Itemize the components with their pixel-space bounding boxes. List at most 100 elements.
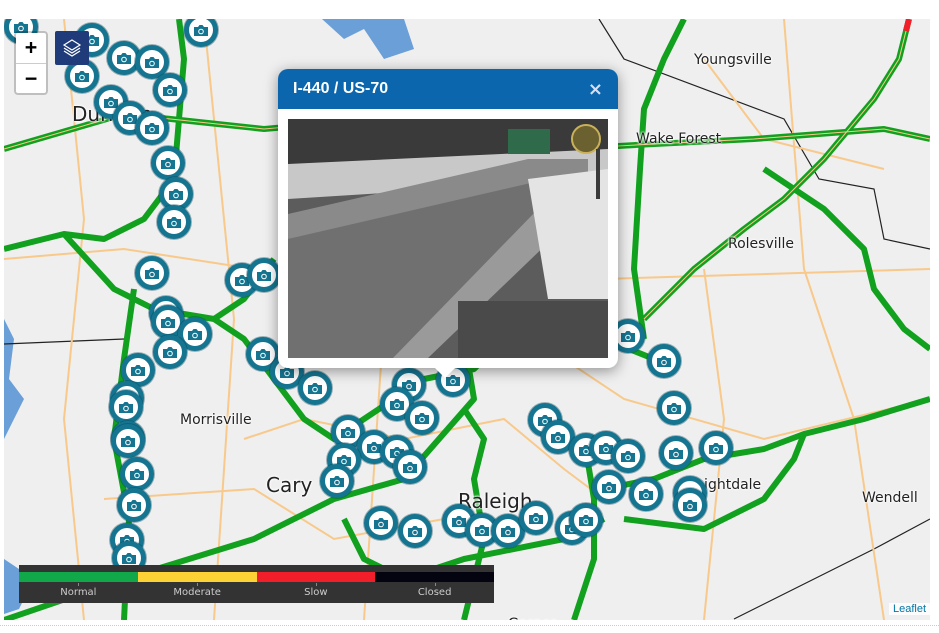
- camera-icon: [639, 488, 653, 500]
- camera-snapshot[interactable]: [288, 119, 608, 358]
- camera-icon: [709, 442, 723, 454]
- legend-labels: Normal Moderate Slow Closed: [19, 583, 494, 598]
- camera-image-graphic: [288, 119, 608, 358]
- camera-marker[interactable]: [247, 258, 281, 292]
- camera-icon: [256, 348, 270, 360]
- county-line: [4, 338, 125, 345]
- popup-header: I-440 / US-70 ×: [278, 69, 618, 109]
- camera-icon: [161, 157, 175, 169]
- camera-icon: [579, 514, 593, 526]
- camera-icon: [529, 512, 543, 524]
- camera-icon: [341, 426, 355, 438]
- camera-marker[interactable]: [153, 335, 187, 369]
- camera-marker[interactable]: [699, 431, 733, 465]
- camera-marker[interactable]: [157, 205, 191, 239]
- camera-marker[interactable]: [153, 73, 187, 107]
- camera-icon: [163, 346, 177, 358]
- camera-icon: [131, 364, 145, 376]
- camera-icon: [145, 56, 159, 68]
- attribution-link[interactable]: Leaflet: [888, 603, 930, 615]
- layers-button[interactable]: [55, 31, 89, 65]
- camera-marker[interactable]: [120, 457, 154, 491]
- camera-marker[interactable]: [320, 464, 354, 498]
- city-label: Youngsville: [694, 52, 772, 68]
- city-label: Garner: [508, 616, 556, 620]
- legend-label: Moderate: [138, 583, 257, 598]
- camera-icon: [390, 398, 404, 410]
- camera-icon: [145, 267, 159, 279]
- camera-icon: [408, 525, 422, 537]
- camera-icon: [127, 499, 141, 511]
- camera-marker[interactable]: [611, 439, 645, 473]
- layers-icon: [62, 39, 82, 57]
- slow-segment: [903, 19, 912, 32]
- lake: [322, 19, 414, 59]
- traffic-legend: Normal Moderate Slow Closed: [19, 565, 494, 603]
- camera-marker[interactable]: [398, 514, 432, 548]
- camera-marker[interactable]: [519, 501, 553, 535]
- legend-color-bar: [19, 572, 494, 582]
- camera-marker[interactable]: [393, 450, 427, 484]
- camera-icon: [330, 475, 344, 487]
- camera-icon: [257, 269, 271, 281]
- camera-icon: [683, 499, 697, 511]
- lake: [4, 319, 24, 439]
- legend-swatch: [256, 572, 376, 582]
- zoom-out-button[interactable]: −: [16, 63, 46, 94]
- camera-marker[interactable]: [647, 344, 681, 378]
- camera-icon: [75, 70, 89, 82]
- camera-marker[interactable]: [135, 111, 169, 145]
- camera-icon: [374, 517, 388, 529]
- camera-marker[interactable]: [111, 424, 145, 458]
- camera-icon: [667, 402, 681, 414]
- camera-marker[interactable]: [569, 503, 603, 537]
- camera-icon: [188, 328, 202, 340]
- camera-icon: [403, 461, 417, 473]
- camera-icon: [130, 468, 144, 480]
- camera-icon: [308, 382, 322, 394]
- camera-icon: [167, 216, 181, 228]
- camera-marker[interactable]: [117, 488, 151, 522]
- bottom-divider: [0, 625, 939, 626]
- camera-icon: [122, 552, 136, 564]
- camera-marker[interactable]: [405, 401, 439, 435]
- legend-label: Slow: [257, 583, 376, 598]
- legend-swatch: [375, 572, 494, 582]
- camera-icon: [169, 188, 183, 200]
- camera-icon: [669, 447, 683, 459]
- camera-marker[interactable]: [364, 506, 398, 540]
- camera-icon: [657, 355, 671, 367]
- close-icon[interactable]: ×: [588, 79, 603, 100]
- camera-icon: [119, 401, 133, 413]
- camera-marker[interactable]: [657, 391, 691, 425]
- zoom-in-button[interactable]: +: [16, 33, 46, 63]
- camera-icon: [145, 122, 159, 134]
- camera-icon: [121, 435, 135, 447]
- camera-icon: [475, 524, 489, 536]
- camera-marker[interactable]: [135, 256, 169, 290]
- legend-label: Normal: [19, 583, 138, 598]
- camera-marker[interactable]: [151, 146, 185, 180]
- camera-icon: [602, 481, 616, 493]
- camera-icon: [621, 330, 635, 342]
- camera-icon: [161, 316, 175, 328]
- camera-icon: [621, 450, 635, 462]
- camera-icon: [163, 84, 177, 96]
- city-label: Wake Forest: [636, 131, 722, 147]
- camera-popup: I-440 / US-70 ×: [278, 69, 618, 378]
- city-label: Wendell: [862, 490, 918, 506]
- camera-marker[interactable]: [592, 470, 626, 504]
- camera-marker[interactable]: [673, 488, 707, 522]
- camera-marker[interactable]: [298, 371, 332, 405]
- camera-icon: [501, 525, 515, 537]
- city-label: Morrisville: [180, 412, 252, 428]
- legend-label: Closed: [375, 583, 494, 598]
- camera-icon: [117, 52, 131, 64]
- zoom-control: + −: [14, 31, 48, 95]
- camera-marker[interactable]: [659, 436, 693, 470]
- camera-marker[interactable]: [109, 390, 143, 424]
- camera-marker[interactable]: [629, 477, 663, 511]
- popup-title: I-440 / US-70: [293, 80, 389, 97]
- camera-icon: [551, 431, 565, 443]
- camera-icon: [415, 412, 429, 424]
